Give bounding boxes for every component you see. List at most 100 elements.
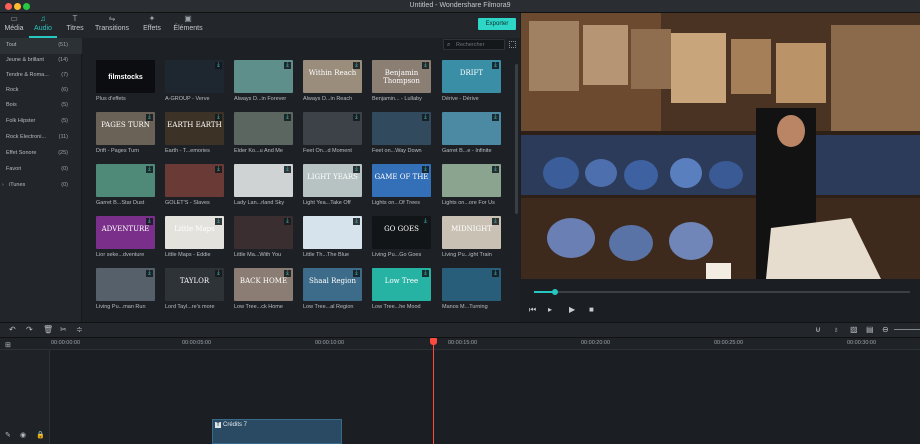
- track-thumbnail[interactable]: Low Tree ⤓: [372, 268, 431, 301]
- download-icon[interactable]: ⤓: [492, 114, 499, 121]
- category-all[interactable]: Tout (51): [0, 38, 82, 54]
- category-rock-electronic[interactable]: Rock Electroni... (11): [0, 130, 82, 146]
- category-young-bright[interactable]: Jeune & brillant (14): [0, 53, 82, 69]
- timeline-tracks[interactable]: [0, 350, 920, 444]
- adjust-icon[interactable]: ≑: [76, 325, 83, 334]
- download-icon[interactable]: ⤓: [284, 166, 291, 173]
- download-icon[interactable]: ⤓: [492, 270, 499, 277]
- track-thumbnail[interactable]: BACK HOME ⤓: [234, 268, 293, 301]
- download-icon[interactable]: ⤓: [422, 114, 429, 121]
- play-icon[interactable]: ▶: [569, 305, 575, 314]
- download-icon[interactable]: ⤓: [215, 218, 222, 225]
- export-button[interactable]: Exporter: [478, 18, 516, 30]
- track-thumbnail[interactable]: ⤓: [303, 216, 362, 249]
- lock-icon[interactable]: 🔒: [36, 431, 45, 439]
- download-icon[interactable]: ⤓: [353, 218, 360, 225]
- snapshot-icon[interactable]: ▨: [850, 325, 858, 334]
- download-icon[interactable]: ⤓: [284, 114, 291, 121]
- render-icon[interactable]: ▤: [866, 325, 874, 334]
- category-tender-romantic[interactable]: Tendre & Roma... (7): [0, 68, 82, 84]
- download-icon[interactable]: ⤓: [353, 62, 360, 69]
- download-icon[interactable]: ⤓: [284, 62, 291, 69]
- grid-view-icon[interactable]: [509, 41, 516, 48]
- track-thumbnail[interactable]: ⤓: [234, 112, 293, 145]
- search-input[interactable]: ⌕ Rechercher: [443, 39, 505, 50]
- track-thumbnail[interactable]: ⤓: [372, 112, 431, 145]
- track-thumbnail[interactable]: DRIFT ⤓: [442, 60, 501, 93]
- download-icon[interactable]: ⤓: [492, 62, 499, 69]
- download-icon[interactable]: ⤓: [215, 270, 222, 277]
- track-thumbnail[interactable]: filmstocks: [96, 60, 155, 93]
- undo-icon[interactable]: ↶: [9, 325, 16, 334]
- download-icon[interactable]: ⤓: [422, 166, 429, 173]
- download-icon[interactable]: ⤓: [353, 114, 360, 121]
- download-icon[interactable]: ⤓: [284, 218, 291, 225]
- tab-titles[interactable]: T Titres: [62, 13, 88, 38]
- download-icon[interactable]: ⤓: [215, 166, 222, 173]
- playback-scrubber[interactable]: [552, 289, 558, 295]
- download-icon[interactable]: ⤓: [492, 166, 499, 173]
- track-thumbnail[interactable]: ⤓: [234, 60, 293, 93]
- download-icon[interactable]: ⤓: [422, 270, 429, 277]
- track-thumbnail[interactable]: Shaal Region ⤓: [303, 268, 362, 301]
- redo-icon[interactable]: ↷: [26, 325, 33, 334]
- track-thumbnail[interactable]: ⤓: [234, 164, 293, 197]
- tab-media[interactable]: ▭ Média: [0, 13, 28, 38]
- download-icon[interactable]: ⤓: [422, 62, 429, 69]
- track-thumbnail[interactable]: ADVENTURE ⤓: [96, 216, 155, 249]
- zoom-out-icon[interactable]: ⊖: [882, 325, 889, 334]
- download-icon[interactable]: ⤓: [284, 270, 291, 277]
- track-thumbnail[interactable]: ⤓: [96, 164, 155, 197]
- track-thumbnail[interactable]: GAME OF THE ⤓: [372, 164, 431, 197]
- track-thumbnail[interactable]: ⤓: [442, 268, 501, 301]
- tab-transitions[interactable]: ⇋ Transitions: [92, 13, 132, 38]
- download-icon[interactable]: ⤓: [146, 270, 153, 277]
- track-thumbnail[interactable]: ⤓: [234, 216, 293, 249]
- category-wood[interactable]: Bois (5): [0, 98, 82, 114]
- marker-icon[interactable]: ⊍: [815, 325, 821, 334]
- tab-elements[interactable]: ▣ Éléments: [170, 13, 206, 38]
- zoom-slider[interactable]: [894, 329, 920, 330]
- mic-icon[interactable]: ♁: [833, 325, 839, 334]
- track-thumbnail[interactable]: ⤓: [442, 164, 501, 197]
- track-thumbnail[interactable]: Little Maps ⤓: [165, 216, 224, 249]
- category-folk-hipster[interactable]: Folk Hipster (5): [0, 114, 82, 130]
- track-thumbnail[interactable]: ⤓: [442, 112, 501, 145]
- download-icon[interactable]: ⤓: [215, 62, 222, 69]
- track-thumbnail[interactable]: ⤓: [96, 268, 155, 301]
- category-favorite[interactable]: Favori (0): [0, 162, 82, 178]
- cut-icon[interactable]: ✂: [60, 325, 67, 334]
- download-icon[interactable]: ⤓: [422, 218, 429, 225]
- track-thumbnail[interactable]: Benjamin Thompson ⤓: [372, 60, 431, 93]
- download-icon[interactable]: ⤓: [492, 218, 499, 225]
- download-icon[interactable]: ⤓: [146, 166, 153, 173]
- download-icon[interactable]: ⤓: [146, 114, 153, 121]
- track-thumbnail[interactable]: LIGHT YEARS ⤓: [303, 164, 362, 197]
- track-thumbnail[interactable]: ⤓: [165, 60, 224, 93]
- category-itunes[interactable]: iTunes › (0): [0, 178, 82, 194]
- eye-icon[interactable]: ◉: [20, 431, 26, 439]
- track-thumbnail[interactable]: PAGES TURN ⤓: [96, 112, 155, 145]
- track-thumbnail[interactable]: Within Reach ⤓: [303, 60, 362, 93]
- download-icon[interactable]: ⤓: [146, 218, 153, 225]
- playhead-handle[interactable]: [430, 338, 437, 345]
- tab-effects[interactable]: ✦ Effets: [139, 13, 165, 38]
- track-thumbnail[interactable]: EARTH EARTH ⤓: [165, 112, 224, 145]
- playback-progress-bar[interactable]: [534, 291, 910, 293]
- download-icon[interactable]: ⤓: [353, 270, 360, 277]
- track-thumbnail[interactable]: ⤓: [303, 112, 362, 145]
- play-frame-icon[interactable]: ▸: [548, 305, 552, 314]
- pen-icon[interactable]: ✎: [5, 431, 11, 439]
- track-thumbnail[interactable]: MIDNIGHT ⤓: [442, 216, 501, 249]
- category-sound-effect[interactable]: Effet Sonore (25): [0, 146, 82, 162]
- track-thumbnail[interactable]: GO GOES ⤓: [372, 216, 431, 249]
- tab-audio[interactable]: ♫ Audio: [29, 13, 57, 38]
- track-thumbnail[interactable]: TAYLOR ⤓: [165, 268, 224, 301]
- delete-icon[interactable]: 🗑: [43, 325, 53, 334]
- download-icon[interactable]: ⤓: [353, 166, 360, 173]
- title-clip[interactable]: T Crédits 7: [212, 419, 342, 444]
- download-icon[interactable]: ⤓: [215, 114, 222, 121]
- category-rock[interactable]: Rock (6): [0, 83, 82, 99]
- track-thumbnail[interactable]: ⤓: [165, 164, 224, 197]
- stop-icon[interactable]: ■: [589, 305, 594, 314]
